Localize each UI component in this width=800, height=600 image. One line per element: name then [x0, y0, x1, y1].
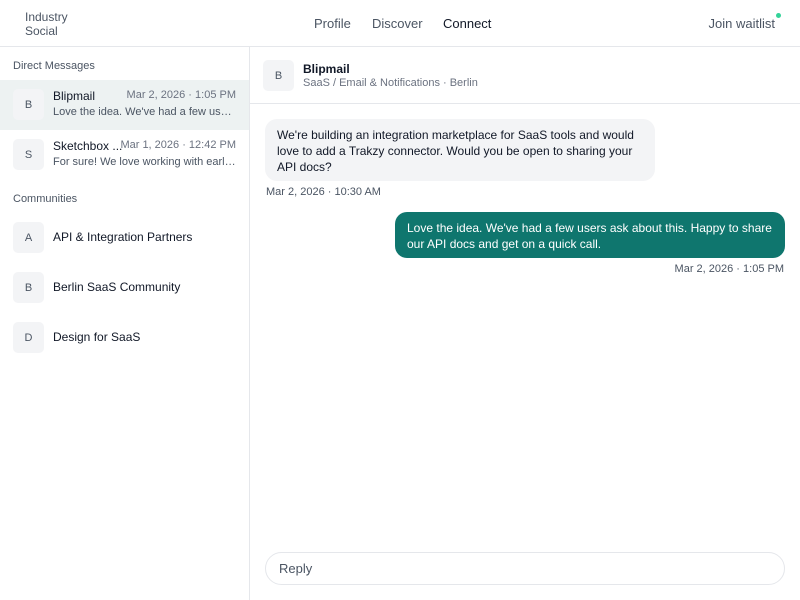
message-timestamp: Mar 2, 2026 · 1:05 PM: [674, 263, 784, 275]
avatar: S: [13, 139, 44, 170]
dm-name: Blipmail: [53, 89, 96, 103]
community-item-design-saas[interactable]: D Design for SaaS: [0, 313, 249, 363]
conversation-subtitle: SaaS / Email & Notifications · Berlin: [303, 77, 478, 89]
dm-item-blipmail[interactable]: B Blipmail Mar 2, 2026 · 1:05 PM Love th…: [0, 80, 249, 130]
community-name: Berlin SaaS Community: [53, 280, 181, 294]
nav-connect[interactable]: Connect: [443, 16, 491, 31]
message-timestamp: Mar 2, 2026 · 10:30 AM: [266, 186, 381, 198]
dm-preview: For sure! We love working with early-sta…: [53, 156, 237, 168]
avatar: B: [13, 89, 44, 120]
conversation-header: B Blipmail SaaS / Email & Notifications …: [250, 47, 800, 104]
dm-timestamp: Mar 2, 2026 · 1:05 PM: [126, 89, 236, 101]
avatar: A: [13, 222, 44, 253]
community-item-api-integration[interactable]: A API & Integration Partners: [0, 213, 249, 263]
reply-input[interactable]: [265, 552, 785, 585]
conversation-panel: B Blipmail SaaS / Email & Notifications …: [250, 47, 800, 600]
nav-discover[interactable]: Discover: [372, 16, 423, 31]
notification-dot-icon: [776, 13, 781, 18]
dm-item-sketchbox[interactable]: S Sketchbox ... Mar 1, 2026 · 12:42 PM F…: [0, 130, 249, 180]
avatar: B: [13, 272, 44, 303]
community-item-berlin-saas[interactable]: B Berlin SaaS Community: [0, 263, 249, 313]
message-bubble-outgoing: Love the idea. We've had a few users ask…: [395, 212, 785, 258]
dm-name: Sketchbox ...: [53, 139, 123, 153]
avatar: B: [263, 60, 294, 91]
dm-preview: Love the idea. We've had a few users ask…: [53, 106, 237, 118]
sidebar: Direct Messages B Blipmail Mar 2, 2026 ·…: [0, 47, 250, 600]
nav-profile[interactable]: Profile: [314, 16, 351, 31]
conversation-title[interactable]: Blipmail: [303, 62, 350, 76]
communities-heading: Communities: [13, 193, 78, 205]
main-nav: Profile Discover Connect: [0, 16, 800, 32]
community-name: API & Integration Partners: [53, 230, 193, 244]
join-waitlist-link[interactable]: Join waitlist: [709, 16, 775, 31]
avatar: D: [13, 322, 44, 353]
dm-timestamp: Mar 1, 2026 · 12:42 PM: [120, 139, 236, 151]
direct-messages-heading: Direct Messages: [13, 60, 95, 72]
community-name: Design for SaaS: [53, 330, 141, 344]
message-bubble-incoming: We're building an integration marketplac…: [265, 119, 655, 181]
top-bar: Industry Social Profile Discover Connect…: [0, 0, 800, 47]
